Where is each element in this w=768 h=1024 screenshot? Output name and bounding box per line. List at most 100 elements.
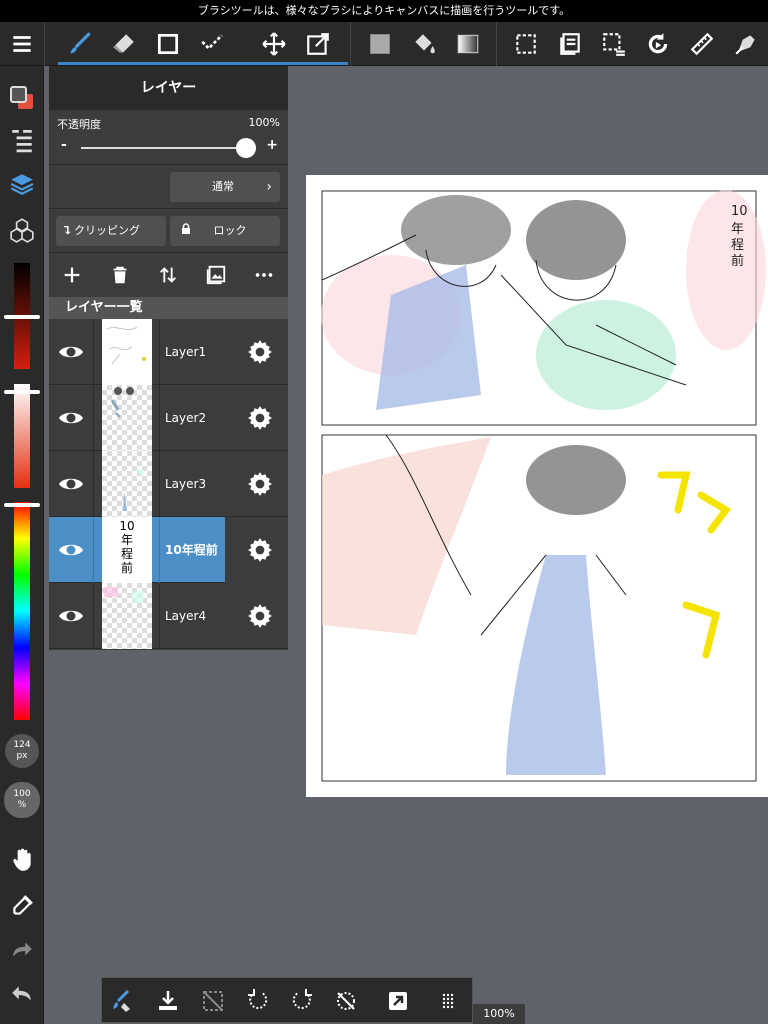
chevron-right-icon: › (266, 179, 272, 195)
layer-image-button[interactable] (201, 261, 231, 289)
layer-name: Layer1 (165, 345, 207, 359)
deselect-button[interactable] (197, 985, 229, 1017)
hue-slider[interactable] (14, 502, 30, 720)
image-icon (206, 265, 226, 285)
shape-tool-button[interactable] (146, 22, 190, 66)
brush-size-badge[interactable]: 124 px (5, 734, 39, 768)
download-tray-icon (159, 991, 177, 1010)
more-options-button[interactable] (249, 261, 279, 289)
hue-handle[interactable] (4, 503, 40, 507)
brush-eraser-toggle-button[interactable] (106, 985, 138, 1017)
clipping-button[interactable]: ⮧ クリッピング (56, 216, 166, 246)
gradient-tool-button[interactable] (446, 22, 490, 66)
layers-button[interactable] (0, 164, 44, 204)
saturation-handle[interactable] (4, 390, 40, 394)
brush-icon (70, 32, 91, 54)
select-menu-button[interactable] (592, 22, 636, 66)
opacity-increase-button[interactable]: + (266, 137, 278, 153)
redo-icon (13, 942, 32, 957)
move-tool-button[interactable] (252, 22, 296, 66)
grid-menu-button[interactable] (432, 985, 464, 1017)
rotate-view-button[interactable] (636, 22, 680, 66)
layer-row-layer4[interactable]: Layer4 (49, 583, 288, 649)
brush-opacity-badge[interactable]: 100 % (4, 782, 40, 818)
layer-name: Layer3 (165, 477, 207, 491)
clipping-label: クリッピング (74, 224, 140, 237)
gear-icon[interactable] (247, 471, 273, 497)
drawing-canvas[interactable]: 10 年 程 前 (306, 175, 768, 797)
eraser-tool-button[interactable] (102, 22, 146, 66)
layer-row-layer2[interactable]: Layer2 (49, 385, 288, 451)
select-tool-button[interactable] (504, 22, 548, 66)
color-picker-button[interactable] (0, 78, 44, 118)
redo-button[interactable] (0, 930, 44, 970)
menu-button[interactable] (0, 22, 44, 66)
rotate-left-button[interactable] (242, 985, 274, 1017)
eye-icon[interactable] (57, 472, 85, 496)
cubes-icon (10, 218, 34, 243)
opacity-slider[interactable] (81, 147, 246, 149)
opacity-slider-knob[interactable] (236, 138, 256, 158)
opacity-label: 不透明度 (57, 118, 101, 131)
svg-text:年: 年 (731, 222, 744, 237)
transform-icon (307, 33, 329, 55)
stroke-icon (201, 34, 223, 51)
gradient-icon (457, 34, 479, 54)
saturation-slider[interactable] (14, 384, 30, 488)
eye-icon[interactable] (57, 340, 85, 364)
reorder-layer-button[interactable] (153, 261, 183, 289)
layer-thumbnail (102, 583, 152, 649)
hand-tool-button[interactable] (0, 840, 44, 880)
lock-button[interactable]: ロック (170, 216, 280, 246)
import-button[interactable] (152, 985, 184, 1017)
eyedropper-button[interactable] (0, 886, 44, 926)
brightness-handle[interactable] (4, 315, 40, 319)
add-layer-button[interactable] (57, 261, 87, 289)
square-icon (157, 33, 179, 55)
layer-row-layer1[interactable]: Layer1 (49, 319, 288, 385)
layer-row-10nenhodomae[interactable]: 10 年 程 前 10年程前 (49, 517, 288, 583)
layer-list-header: レイヤー一覧 (49, 297, 288, 319)
ruler-button[interactable] (680, 22, 724, 66)
undo-button[interactable] (0, 974, 44, 1014)
pen-nib-icon (735, 35, 755, 55)
expand-arrow-icon (389, 992, 407, 1010)
move-icon (262, 32, 286, 56)
stroke-tool-button[interactable] (190, 22, 234, 66)
layer-row-layer3[interactable]: Layer3 (49, 451, 288, 517)
eye-icon[interactable] (57, 538, 85, 562)
materials-button[interactable] (0, 210, 44, 250)
delete-layer-button[interactable] (105, 261, 135, 289)
opacity-value: 100% (248, 116, 280, 129)
eye-icon[interactable] (57, 604, 85, 628)
blend-mode-button[interactable]: 通常 › (170, 172, 280, 202)
transform-tool-button[interactable] (296, 22, 340, 66)
opacity-decrease-button[interactable]: - (61, 137, 67, 153)
brush-list-button[interactable] (0, 120, 44, 160)
gear-icon[interactable] (247, 405, 273, 431)
fill-color-tool-button[interactable] (358, 22, 402, 66)
left-sidebar: 124 px 100 % (0, 66, 44, 1024)
reset-rotation-button[interactable] (330, 985, 362, 1017)
gear-icon[interactable] (247, 339, 273, 365)
svg-text:程: 程 (731, 238, 744, 253)
gear-icon[interactable] (247, 603, 273, 629)
text-tool-button[interactable] (724, 22, 768, 66)
layer-name: Layer2 (165, 411, 207, 425)
rotate-ccw-icon (248, 989, 268, 1010)
fit-view-button[interactable] (382, 985, 414, 1017)
bucket-tool-button[interactable] (402, 22, 446, 66)
list-icon (12, 129, 32, 153)
gear-icon[interactable] (247, 537, 273, 563)
eye-icon[interactable] (57, 406, 85, 430)
deselect-icon (203, 991, 223, 1011)
blend-mode-label: 通常 (212, 180, 234, 193)
svg-text:前: 前 (731, 253, 744, 269)
layer-select-button[interactable] (548, 22, 592, 66)
swap-vertical-icon (160, 267, 176, 283)
selection-icon (516, 34, 536, 54)
brush-tool-button[interactable] (58, 22, 102, 66)
opacity-row: 不透明度 100% - + (49, 110, 288, 165)
filled-square-icon (370, 34, 390, 54)
rotate-right-button[interactable] (286, 985, 318, 1017)
